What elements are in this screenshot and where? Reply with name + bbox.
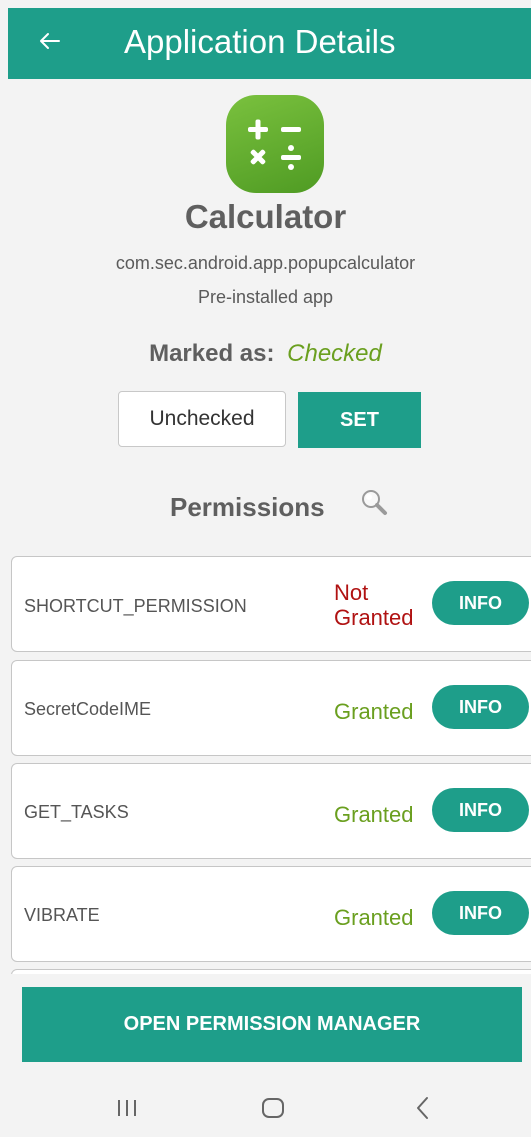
permission-card xyxy=(11,969,531,974)
app-name: Calculator xyxy=(184,198,347,235)
home-icon[interactable] xyxy=(258,1093,288,1123)
system-nav-bar xyxy=(0,1077,531,1137)
calculator-symbols xyxy=(248,119,301,170)
search-icon[interactable] xyxy=(358,486,390,518)
permission-status: Granted xyxy=(334,699,414,724)
permission-status: Granted xyxy=(334,802,414,827)
permission-status: Not Granted xyxy=(334,580,414,630)
page-title: Application Details xyxy=(124,23,396,60)
marked-as-label: Marked as: xyxy=(149,340,275,367)
permission-status-line1: Not xyxy=(334,580,369,605)
info-button[interactable]: INFO xyxy=(432,685,529,729)
permissions-list[interactable]: SHORTCUT_PERMISSION Not Granted INFO Sec… xyxy=(11,556,531,974)
install-type: Pre-installed app xyxy=(197,287,334,307)
permission-status-line2: Granted xyxy=(334,605,414,630)
arrow-left-icon xyxy=(40,33,60,49)
permission-name: GET_TASKS xyxy=(24,802,129,822)
permissions-heading: Permissions xyxy=(170,492,325,522)
recents-icon[interactable] xyxy=(112,1093,142,1123)
app-bar: Application Details xyxy=(8,8,531,79)
permission-name: SHORTCUT_PERMISSION xyxy=(24,596,247,616)
open-permission-manager-button[interactable]: OPEN PERMISSION MANAGER xyxy=(22,987,522,1062)
permission-card: GET_TASKS Granted INFO xyxy=(11,763,531,859)
permission-name: SecretCodeIME xyxy=(24,699,152,719)
marked-as-row: Marked as: Checked xyxy=(0,340,531,368)
permission-status: Granted xyxy=(334,905,414,930)
nav-back-icon[interactable] xyxy=(408,1093,438,1123)
permission-card: SHORTCUT_PERMISSION Not Granted INFO xyxy=(11,556,531,652)
permission-name: VIBRATE xyxy=(24,905,100,925)
package-name: com.sec.android.app.popupcalculator xyxy=(115,253,416,273)
back-button[interactable] xyxy=(34,26,64,56)
info-button[interactable]: INFO xyxy=(432,891,529,935)
info-button[interactable]: INFO xyxy=(432,788,529,832)
permission-card: VIBRATE Granted INFO xyxy=(11,866,531,962)
mark-status-select[interactable]: Unchecked xyxy=(118,391,286,447)
permission-card: SecretCodeIME Granted INFO xyxy=(11,660,531,756)
set-button[interactable]: SET xyxy=(298,392,421,448)
info-button[interactable]: INFO xyxy=(432,581,529,625)
marked-as-value: Checked xyxy=(287,340,382,367)
calculator-icon xyxy=(226,95,324,193)
